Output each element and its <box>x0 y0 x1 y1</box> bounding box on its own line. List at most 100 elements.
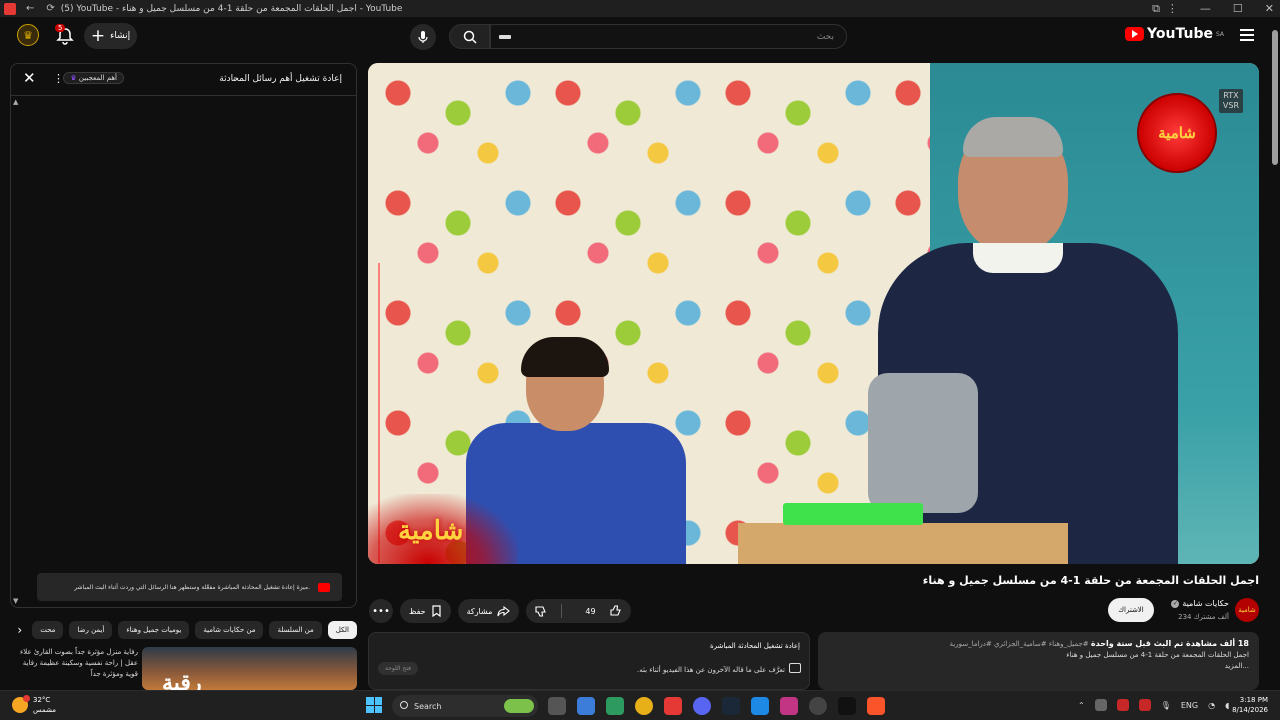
chip-ayman-reda[interactable]: أيمن رضا <box>69 621 113 639</box>
page-scrollbar[interactable] <box>1272 30 1278 165</box>
tray-red-icon-2[interactable] <box>1138 699 1151 711</box>
wooden-desk <box>738 523 1068 564</box>
verified-check-icon: ✓ <box>1171 599 1180 608</box>
sun-icon <box>12 695 30 713</box>
chat-banner-text: ميزة إعادة تشغيل المحادثة المباشرة مفعّل… <box>74 583 310 591</box>
chevron-right-icon[interactable]: › <box>13 623 26 637</box>
settings-icon[interactable] <box>809 697 827 715</box>
language-indicator[interactable]: ENG <box>1181 701 1198 710</box>
youtube-logo[interactable]: YouTube SA <box>1125 26 1224 42</box>
keyboard-icon[interactable] <box>499 35 511 39</box>
owner-row: شامية حكايات شامية ✓ 234 ألف مشترك الاشت… <box>369 596 1259 626</box>
steam-icon[interactable] <box>722 697 740 715</box>
close-icon[interactable]: ✕ <box>23 69 36 87</box>
tiktok-icon[interactable] <box>838 697 856 715</box>
reload-icon[interactable]: ⟳ <box>46 3 54 14</box>
hamburger-menu-icon[interactable] <box>1240 29 1254 41</box>
back-icon[interactable]: ← <box>26 3 34 14</box>
mic-tray-icon[interactable]: 🎙 <box>1161 701 1171 710</box>
save-button[interactable]: حفظ <box>400 599 451 623</box>
top-fans-badge[interactable]: ♛ أهم المعجبين <box>63 72 124 84</box>
youtube-play-icon <box>1125 27 1145 41</box>
like-button[interactable]: 49 <box>567 599 630 623</box>
close-window-icon[interactable]: ✕ <box>1265 2 1274 15</box>
rtx-label: RTX <box>1223 91 1239 100</box>
channel-avatar[interactable]: شامية <box>1235 598 1259 622</box>
tab-title: (5) YouTube - اجمل الحلقات المجمعة من حل… <box>60 3 403 14</box>
minimize-icon[interactable]: — <box>1200 2 1211 15</box>
replay-text: تعرَّف على ما قاله الآخرون عن هذا الفيدي… <box>637 666 785 674</box>
video-player[interactable]: شامية شامية RTX VSR <box>368 63 1259 564</box>
maximize-icon[interactable]: ☐ <box>1233 2 1243 15</box>
scroll-down-arrow-icon[interactable]: ▼ <box>13 597 18 605</box>
chip-all[interactable]: الكل <box>327 621 357 639</box>
terminal-icon[interactable] <box>606 697 624 715</box>
masthead: ♛ 5 + إنشاء بحث YouTube SA <box>0 17 1280 57</box>
taskbar-search-label: Search <box>414 701 442 711</box>
plus-icon: + <box>90 25 106 46</box>
windows-taskbar: 32°C مشمس Search ⌃ 🎙 ENG ◔ ◖ 3:18 PM 8/1… <box>0 690 1280 720</box>
windows-start-icon[interactable] <box>366 697 382 713</box>
discord-icon[interactable] <box>693 697 711 715</box>
tray-app-icon[interactable] <box>1094 699 1107 711</box>
brave-icon[interactable] <box>867 697 885 715</box>
chat-bubble-icon <box>789 663 801 673</box>
search-placeholder: بحث <box>816 31 834 42</box>
logo-text: YouTube <box>1147 26 1213 42</box>
store-icon[interactable] <box>577 697 595 715</box>
rtx-vsr-badge: RTX VSR <box>1218 89 1243 113</box>
recommended-video[interactable]: رقية رفاية منزل مؤثرة جداً بصوت القارئ ع… <box>10 647 357 690</box>
search-highlight-icon <box>504 699 534 713</box>
chip-diaries[interactable]: يوميات جميل وهناء <box>118 621 190 639</box>
chip-from-channel[interactable]: من حكايات شامية <box>195 621 264 639</box>
search-icon <box>463 30 477 44</box>
create-button[interactable]: + إنشاء <box>84 23 137 49</box>
thumbs-down-icon <box>535 606 547 617</box>
notifications-button[interactable]: 5 <box>55 24 75 46</box>
menu-dots-icon[interactable]: ⋮ <box>1167 2 1178 15</box>
volume-icon[interactable]: ◖ <box>1225 701 1229 710</box>
chat-replay-card: إعادة تشغيل المحادثة المباشرة تعرَّف على… <box>368 632 810 690</box>
description-box[interactable]: 18 ألف مشاهدة تم البث قبل سنة واحدة #جمي… <box>818 632 1259 690</box>
share-icon <box>497 605 511 617</box>
chat-title[interactable]: إعادة تشغيل أهم رسائل المحادثة <box>219 74 342 84</box>
youtube-icon <box>318 583 330 592</box>
crown-icon: ♛ <box>70 74 77 82</box>
taskbar-clock[interactable]: 3:18 PM 8/14/2026 <box>1232 695 1268 715</box>
chip-truncated[interactable]: محت <box>32 621 64 639</box>
time: 3:18 PM <box>1239 696 1268 704</box>
extensions-icon[interactable]: ⧉ <box>1152 2 1160 16</box>
channel-name[interactable]: حكايات شامية <box>1182 599 1229 608</box>
more-options-icon[interactable]: ⋮ <box>53 72 64 85</box>
search-button[interactable] <box>449 24 490 49</box>
video-actions: ••• حفظ مشاركة 49 <box>369 596 631 626</box>
instagram-icon[interactable] <box>780 697 798 715</box>
create-label: إنشاء <box>110 31 131 41</box>
user-avatar[interactable]: ♛ <box>17 24 39 46</box>
tray-red-icon[interactable] <box>1116 699 1129 711</box>
taskbar-search[interactable]: Search <box>392 695 538 717</box>
network-icon[interactable]: ◔ <box>1208 701 1215 710</box>
tray-chevron-icon[interactable]: ⌃ <box>1078 701 1085 710</box>
task-view-icon[interactable] <box>548 697 566 715</box>
vsr-label: VSR <box>1222 101 1239 110</box>
editor-icon[interactable] <box>751 697 769 715</box>
dislike-button[interactable] <box>526 599 556 623</box>
open-panel-button[interactable]: فتح اللوحة <box>378 662 418 675</box>
scroll-up-arrow-icon[interactable]: ▲ <box>13 98 18 106</box>
channel-name-wrap[interactable]: حكايات شامية ✓ <box>1171 599 1229 608</box>
chrome-icon[interactable] <box>635 697 653 715</box>
youtube-app-icon[interactable] <box>664 697 682 715</box>
youtube-favicon-icon <box>4 2 16 15</box>
more-actions-button[interactable]: ••• <box>369 599 393 623</box>
show-more-link[interactable]: ...المزيد <box>828 661 1249 672</box>
search-input[interactable]: بحث <box>490 24 847 49</box>
hashtags[interactable]: #جميل_وهناء #سامية_الجزائري #دراما_سورية <box>950 640 1089 648</box>
voice-search-button[interactable] <box>410 24 436 50</box>
weather-widget[interactable]: 32°C مشمس <box>12 695 56 715</box>
recommended-thumbnail[interactable]: رقية <box>142 647 357 690</box>
chip-from-series[interactable]: من السلسلة <box>269 621 322 639</box>
subscribe-button[interactable]: الاشتراك <box>1108 598 1154 622</box>
share-button[interactable]: مشاركة <box>457 599 520 623</box>
recommended-title[interactable]: رفاية منزل مؤثرة جداً بصوت القارئ علاء ع… <box>10 647 138 680</box>
